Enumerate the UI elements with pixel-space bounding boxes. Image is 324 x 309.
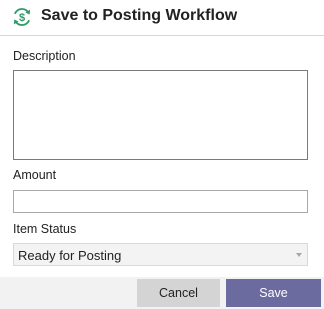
- description-field[interactable]: [13, 70, 308, 160]
- dollar-refresh-icon: $: [11, 6, 33, 28]
- item-status-select[interactable]: Ready for Posting: [13, 243, 308, 266]
- save-to-posting-workflow-dialog: $ Save to Posting Workflow Description A…: [0, 0, 324, 309]
- dialog-footer: Cancel Save: [0, 277, 324, 309]
- dialog-title: Save to Posting Workflow: [41, 7, 238, 24]
- dialog-header: $ Save to Posting Workflow: [0, 0, 324, 36]
- item-status-label: Item Status: [13, 222, 77, 236]
- chevron-down-icon: [296, 253, 302, 257]
- amount-label: Amount: [13, 168, 57, 182]
- item-status-selected-value: Ready for Posting: [18, 248, 122, 263]
- save-button[interactable]: Save: [226, 279, 321, 307]
- description-label: Description: [13, 49, 76, 63]
- cancel-button[interactable]: Cancel: [137, 279, 220, 307]
- amount-field[interactable]: [13, 190, 308, 213]
- svg-text:$: $: [19, 12, 25, 24]
